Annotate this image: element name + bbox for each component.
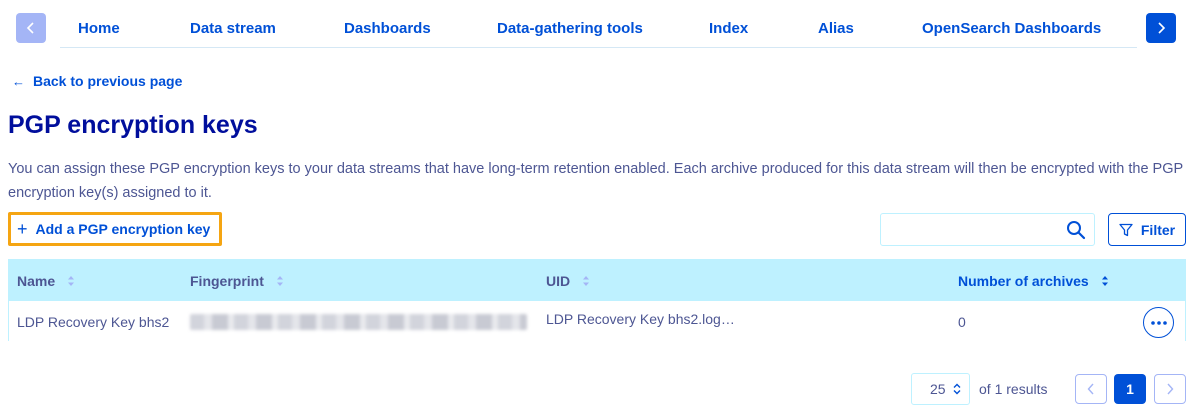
column-header-label: Number of archives	[958, 273, 1089, 289]
pagination-prev-button[interactable]	[1075, 374, 1107, 404]
back-link[interactable]: ← Back to previous page	[12, 73, 182, 89]
pgp-keys-table: Name Fingerprint UID Number of archives …	[8, 259, 1186, 341]
column-header-label: Fingerprint	[190, 273, 264, 289]
sort-icon	[276, 276, 283, 286]
filter-icon	[1119, 223, 1133, 236]
nav-tabs: Home Data stream Dashboards Data-gatheri…	[60, 8, 1137, 48]
search-box	[880, 213, 1095, 246]
chevron-right-icon	[1167, 383, 1174, 395]
chevron-left-icon	[26, 22, 34, 34]
chevron-right-icon	[1158, 22, 1166, 34]
arrow-left-icon: ←	[12, 73, 25, 89]
cell-fingerprint-redacted	[190, 314, 527, 330]
page-size-select[interactable]: 25	[911, 373, 970, 405]
cell-name: LDP Recovery Key bhs2	[17, 314, 170, 330]
sort-icon	[583, 276, 590, 286]
page-description: You can assign these PGP encryption keys…	[8, 161, 1183, 201]
pagination-page-button[interactable]: 1	[1114, 374, 1146, 404]
table-row: LDP Recovery Key bhs2 LDP Recovery Key b…	[9, 301, 1185, 341]
column-header-label: Name	[17, 273, 56, 289]
column-header-fingerprint[interactable]: Fingerprint	[190, 273, 284, 289]
results-count: of 1 results	[979, 381, 1048, 397]
tab-dashboards[interactable]: Dashboards	[344, 20, 431, 37]
search-input[interactable]	[881, 214, 1061, 245]
tab-home[interactable]: Home	[78, 20, 120, 37]
filter-label: Filter	[1140, 221, 1176, 238]
column-header-name[interactable]: Name	[17, 273, 75, 289]
tab-alias[interactable]: Alias	[818, 20, 854, 37]
sort-icon	[68, 276, 75, 286]
nav-scroll-left-button[interactable]	[16, 13, 46, 43]
column-header-uid[interactable]: UID	[546, 273, 590, 289]
cell-uid: LDP Recovery Key bhs2.log…	[546, 311, 735, 327]
chevron-left-icon	[1087, 383, 1094, 395]
back-link-label: Back to previous page	[33, 73, 183, 89]
page-title: PGP encryption keys	[8, 111, 258, 139]
tab-opensearch-dashboards[interactable]: OpenSearch Dashboards	[922, 20, 1101, 37]
plus-icon: +	[17, 219, 28, 239]
cell-number-of-archives: 0	[958, 314, 966, 330]
chevron-up-down-icon	[953, 383, 961, 395]
add-pgp-key-label: Add a PGP encryption key	[35, 221, 211, 237]
filter-button[interactable]: Filter	[1108, 213, 1186, 246]
table-header: Name Fingerprint UID Number of archives	[9, 260, 1185, 301]
more-horizontal-icon	[1150, 320, 1167, 325]
sort-icon	[1101, 276, 1108, 286]
pagination-next-button[interactable]	[1154, 374, 1186, 404]
add-pgp-key-button[interactable]: + Add a PGP encryption key	[8, 212, 222, 246]
tab-data-stream[interactable]: Data stream	[190, 20, 276, 37]
tab-data-gathering-tools[interactable]: Data-gathering tools	[497, 20, 643, 37]
column-header-number-of-archives[interactable]: Number of archives	[958, 273, 1109, 289]
tab-index[interactable]: Index	[709, 20, 748, 37]
column-header-label: UID	[546, 273, 571, 289]
nav-scroll-right-button[interactable]	[1146, 13, 1176, 43]
page-size-value: 25	[930, 381, 946, 397]
search-icon[interactable]	[1066, 220, 1086, 240]
row-actions-button[interactable]	[1143, 307, 1174, 338]
